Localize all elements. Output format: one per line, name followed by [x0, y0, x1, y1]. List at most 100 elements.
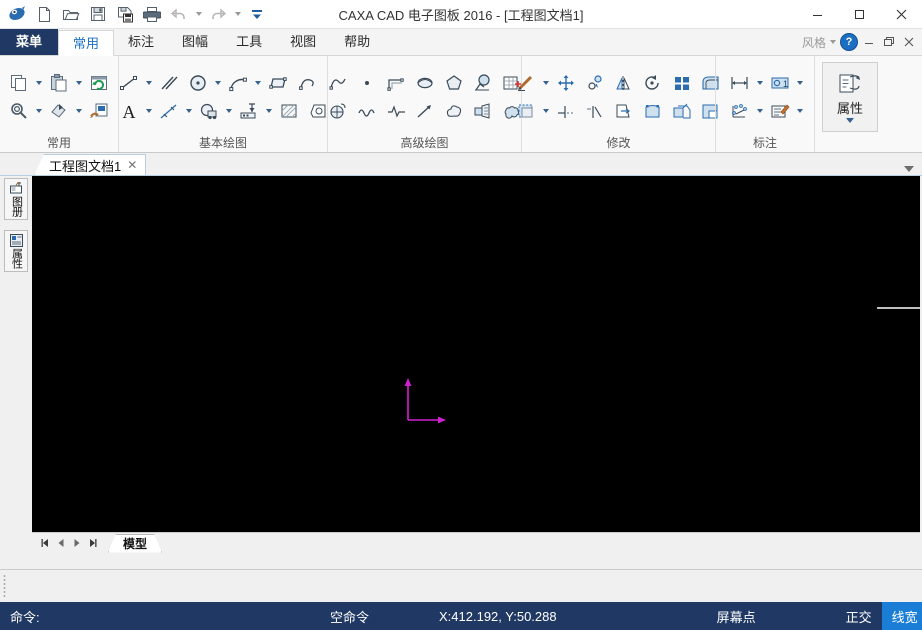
line-edit-dropdown-caret-icon[interactable] [541, 70, 551, 96]
document-tab-1[interactable]: 工程图文档1 ✕ [34, 154, 147, 175]
wave-line-button[interactable] [324, 70, 352, 96]
circle-dropdown-caret-icon[interactable] [213, 70, 223, 96]
coordinate-dimension-button[interactable]: 1 [766, 70, 794, 96]
ribbon-tab-sheet[interactable]: 图幅 [168, 29, 222, 55]
sidebar-panel-drawing-album[interactable]: 图册 [4, 178, 28, 220]
style-dropdown[interactable]: 风格 [800, 34, 838, 51]
mirror-button[interactable] [610, 70, 638, 96]
status-ortho-toggle[interactable]: 正交 [836, 602, 882, 630]
regenerate-button[interactable] [85, 70, 113, 96]
arrow-button[interactable] [411, 98, 439, 124]
copy-dropdown-caret-icon[interactable] [34, 70, 44, 96]
block-button[interactable] [195, 98, 223, 124]
ellipse-button[interactable] [411, 70, 439, 96]
tolerance-button[interactable] [726, 98, 754, 124]
paste-dropdown-caret-icon[interactable] [74, 70, 84, 96]
ribbon-tab-menu[interactable]: 菜单 [0, 29, 59, 55]
sidebar-panel-properties[interactable]: 属性 [4, 230, 28, 272]
ribbon-tab-common[interactable]: 常用 [58, 30, 115, 56]
model-tab[interactable]: 模型 [108, 534, 162, 553]
extend-button[interactable] [552, 98, 580, 124]
ribbon-tab-annotation[interactable]: 标注 [114, 29, 168, 55]
polygon-button[interactable] [440, 70, 468, 96]
break-button[interactable] [581, 98, 609, 124]
paste-button[interactable] [45, 70, 73, 96]
undo-icon[interactable] [166, 2, 192, 26]
outline-button[interactable] [440, 98, 468, 124]
wavy-curve-button[interactable] [353, 98, 381, 124]
properties-dropdown-caret-icon[interactable] [846, 118, 854, 123]
status-snap-mode[interactable]: 屏幕点 [567, 602, 766, 630]
properties-button[interactable]: 属性 [822, 62, 878, 132]
text-annotation-dropdown-caret-icon[interactable] [795, 98, 805, 124]
rotate-button[interactable] [639, 70, 667, 96]
print-icon[interactable] [139, 2, 165, 26]
pick-button[interactable] [45, 98, 73, 124]
line-button[interactable] [115, 70, 143, 96]
centerline-button[interactable] [155, 98, 183, 124]
dimension-group-dropdown-caret-icon[interactable] [755, 70, 765, 96]
nav-prev-button[interactable] [54, 535, 68, 551]
ribbon-tab-view[interactable]: 视图 [276, 29, 330, 55]
dimension-style-button[interactable] [235, 98, 263, 124]
command-area-grip[interactable] [0, 570, 9, 602]
save-as-icon[interactable] [112, 2, 138, 26]
copy-button[interactable] [5, 70, 33, 96]
redo-icon[interactable] [205, 2, 231, 26]
pick-dropdown-caret-icon[interactable] [74, 98, 84, 124]
rectangle-button[interactable] [264, 70, 292, 96]
doc-restore-button[interactable] [880, 31, 898, 53]
gear-shaft-button[interactable] [469, 98, 497, 124]
window-minimize-button[interactable] [796, 0, 838, 28]
spline-button[interactable] [293, 70, 321, 96]
format-painter-button[interactable] [85, 98, 113, 124]
command-input[interactable] [9, 570, 922, 600]
help-icon[interactable]: ? [840, 33, 858, 51]
nav-next-button[interactable] [70, 535, 84, 551]
detail-zoom-button[interactable] [469, 70, 497, 96]
zoom-window-button[interactable] [5, 98, 33, 124]
redo-dropdown-caret-icon[interactable] [232, 2, 243, 26]
window-close-button[interactable] [880, 0, 922, 28]
move-button[interactable] [552, 70, 580, 96]
centerline-dropdown-caret-icon[interactable] [184, 98, 194, 124]
text-annotation-button[interactable] [766, 98, 794, 124]
array-button[interactable] [668, 70, 696, 96]
app-logo-icon[interactable] [4, 2, 30, 26]
offset-button[interactable] [382, 70, 410, 96]
line-edit-button[interactable] [512, 70, 540, 96]
ribbon-tab-tools[interactable]: 工具 [222, 29, 276, 55]
line-dropdown-caret-icon[interactable] [144, 70, 154, 96]
coordinate-dropdown-caret-icon[interactable] [795, 70, 805, 96]
fillet-button[interactable] [610, 98, 638, 124]
trim-button[interactable] [512, 98, 540, 124]
point-button[interactable] [353, 70, 381, 96]
tolerance-dropdown-caret-icon[interactable] [755, 98, 765, 124]
zoom-dropdown-caret-icon[interactable] [34, 98, 44, 124]
nav-first-button[interactable] [38, 535, 52, 551]
save-icon[interactable] [85, 2, 111, 26]
hatch-button[interactable] [275, 98, 303, 124]
doc-close-button[interactable] [900, 31, 918, 53]
explode-button[interactable] [668, 98, 696, 124]
formula-curve-button[interactable] [382, 98, 410, 124]
dimension-button[interactable] [726, 70, 754, 96]
arc-button[interactable] [224, 70, 252, 96]
customize-qat-icon[interactable] [244, 2, 270, 26]
drawing-canvas[interactable] [32, 176, 920, 533]
open-file-icon[interactable] [58, 2, 84, 26]
new-file-icon[interactable] [31, 2, 57, 26]
arc-dropdown-caret-icon[interactable] [253, 70, 263, 96]
rotate-copy-button[interactable] [581, 70, 609, 96]
ribbon-tab-help[interactable]: 帮助 [330, 29, 384, 55]
nav-last-button[interactable] [86, 535, 100, 551]
circle-button[interactable] [184, 70, 212, 96]
document-tab-close-icon[interactable]: ✕ [127, 158, 137, 172]
document-tab-overflow-icon[interactable] [904, 166, 914, 172]
stretch-button[interactable] [639, 98, 667, 124]
dimension-dropdown-caret-icon[interactable] [264, 98, 274, 124]
status-linewidth-toggle[interactable]: 线宽 [881, 602, 922, 630]
window-maximize-button[interactable] [838, 0, 880, 28]
gear-button[interactable] [324, 98, 352, 124]
parallel-line-button[interactable] [155, 70, 183, 96]
